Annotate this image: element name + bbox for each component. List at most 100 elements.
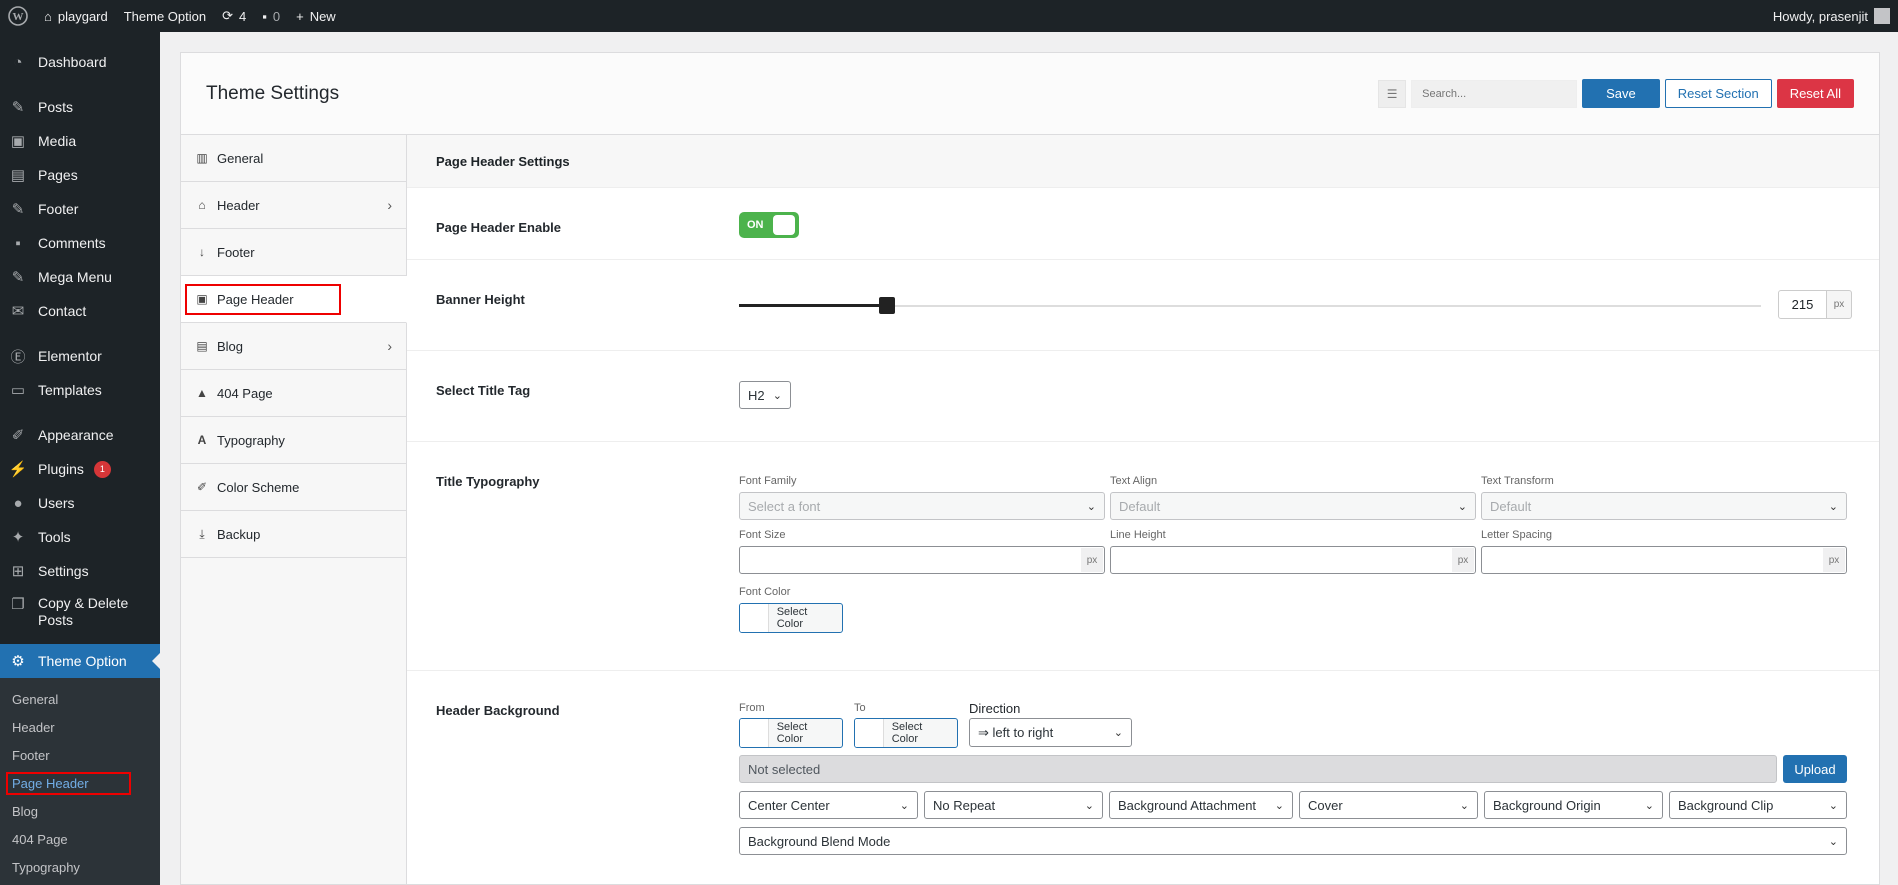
text-align-select[interactable]: Default ⌄ [1110,492,1476,520]
submenu-page-header[interactable]: Page Header [0,769,160,797]
menu-item-plugins[interactable]: ⚡ Plugins 1 [0,452,160,486]
search-input[interactable] [1411,79,1578,108]
gear-icon: ⚙ [11,653,25,670]
menu-item-tools[interactable]: ✦ Tools [0,520,160,554]
theme-option-submenu: General Header Footer Page Header Blog 4… [0,678,160,885]
menu-item-templates[interactable]: ▭ Templates [0,373,160,407]
tab-color-scheme[interactable]: ✐ Color Scheme [181,464,406,511]
gradient-to-color-button[interactable]: Select Color [854,718,958,748]
background-position-select[interactable]: Center Center ⌄ [739,791,918,819]
tab-blog[interactable]: ▤ Blog › [181,323,406,370]
chevron-down-icon: ⌄ [1828,799,1838,812]
line-height-input[interactable]: px [1110,546,1476,574]
menu-item-appearance[interactable]: ✐ Appearance [0,418,160,452]
submenu-header[interactable]: Header [0,713,160,741]
menu-item-media[interactable]: ▣ Media [0,124,160,158]
toggle-state: ON [747,219,764,231]
new-content-link[interactable]: + New [288,0,344,32]
updates-link[interactable]: ⟳ 4 [214,0,254,32]
site-name: playgard [57,8,108,24]
site-name-link[interactable]: ⌂ playgard [36,0,116,32]
banner-height-slider[interactable] [739,297,1761,314]
background-clip-select[interactable]: Background Clip ⌄ [1669,791,1847,819]
font-icon: A [197,433,207,447]
pin-icon: ✎ [11,269,25,286]
menu-item-contact[interactable]: ✉ Contact [0,294,160,328]
tab-footer[interactable]: ↓ Footer [181,229,406,276]
background-image-input[interactable]: Not selected [739,755,1777,783]
upload-value: Not selected [748,761,821,777]
warning-icon: ▲ [196,386,208,400]
arrow-down-icon: ↓ [199,245,205,259]
select-value: Background Clip [1678,797,1774,813]
font-family-select[interactable]: Select a font ⌄ [739,492,1105,520]
banner-height-input[interactable]: 215 [1778,290,1827,319]
menu-item-copy-delete-posts[interactable]: ❐ Copy & Delete Posts [0,588,160,634]
chevron-right-icon: › [387,197,392,213]
tab-header[interactable]: ⌂ Header › [181,182,406,229]
comment-icon: ▪ [15,234,21,252]
menu-item-settings[interactable]: ⊞ Settings [0,554,160,588]
tab-label: Backup [217,526,261,542]
background-blend-mode-select[interactable]: Background Blend Mode ⌄ [739,827,1847,855]
background-attachment-select[interactable]: Background Attachment ⌄ [1109,791,1293,819]
background-origin-select[interactable]: Background Origin ⌄ [1484,791,1663,819]
letter-spacing-input[interactable]: px [1481,546,1847,574]
menu-item-posts[interactable]: ✎ Posts [0,90,160,124]
tab-404-page[interactable]: ▲ 404 Page [181,370,406,417]
page-title: Theme Settings [206,82,340,104]
comments-link[interactable]: ▪ 0 [254,0,288,32]
menu-item-dashboard[interactable]: ◔ Dashboard [0,45,160,79]
select-value: Background Origin [1493,797,1601,813]
menu-label: Posts [38,99,74,115]
tab-typography[interactable]: A Typography [181,417,406,464]
brush-icon: ✐ [196,480,208,494]
wordpress-logo-icon[interactable]: W [0,0,36,32]
menu-item-users[interactable]: ● Users [0,486,160,520]
select-color-label: Select Color [776,721,808,745]
submenu-footer[interactable]: Footer [0,741,160,769]
select-value: Background Attachment [1118,797,1257,813]
font-color-button[interactable]: Select Color [739,603,843,633]
admin-menu: ◔ Dashboard ✎ Posts ▣ Media ▤ Pages ✎ Footer … [0,32,160,885]
menu-item-footer[interactable]: ✎ Footer [0,192,160,226]
menu-label: Plugins [38,461,84,477]
submenu-blog[interactable]: Blog [0,797,160,825]
menu-label: Dashboard [38,54,107,70]
menu-item-mega-menu[interactable]: ✎ Mega Menu [0,260,160,294]
expand-options-button[interactable]: ☰ [1378,79,1407,108]
settings-tabs: ▥ General ⌂ Header › ↓ Footer ▣ Page Header ▤… [181,135,407,884]
submenu-typography[interactable]: Typography [0,853,160,881]
upload-button[interactable]: Upload [1783,755,1847,783]
tab-backup[interactable]: ⤓ Backup [181,511,406,558]
page-header-enable-toggle[interactable]: ON [739,212,799,238]
submenu-404-page[interactable]: 404 Page [0,825,160,853]
reset-section-button[interactable]: Reset Section [1664,79,1772,108]
plugins-update-badge: 1 [93,460,111,478]
menu-item-pages[interactable]: ▤ Pages [0,158,160,192]
reset-all-button[interactable]: Reset All [1776,79,1854,108]
tab-page-header[interactable]: ▣ Page Header [181,276,407,323]
submenu-general[interactable]: General [0,685,160,713]
letter-spacing-label: Letter Spacing [1481,529,1552,541]
gradient-direction-select[interactable]: ⇒ left to right ⌄ [969,718,1132,747]
gradient-from-color-button[interactable]: Select Color [739,718,843,748]
font-size-input[interactable]: px [739,546,1105,574]
text-transform-select[interactable]: Default ⌄ [1481,492,1847,520]
menu-item-comments[interactable]: ▪ Comments [0,226,160,260]
field-header-background: Header Background From Select Color To S… [407,671,1879,884]
tab-label: Typography [217,432,285,448]
slider-handle[interactable] [879,297,895,314]
menu-item-theme-option[interactable]: ⚙ Theme Option [0,644,160,678]
save-button[interactable]: Save [1582,79,1660,108]
menu-label: Pages [38,167,78,183]
menu-item-elementor[interactable]: Ⓔ Elementor [0,339,160,373]
theme-option-link[interactable]: Theme Option [116,0,214,32]
comments-count: 0 [272,8,281,24]
submenu-page-header-label: Page Header [6,771,131,795]
title-tag-select[interactable]: H2 ⌄ [739,381,791,409]
tab-general[interactable]: ▥ General [181,135,406,182]
background-size-select[interactable]: Cover ⌄ [1299,791,1478,819]
background-repeat-select[interactable]: No Repeat ⌄ [924,791,1103,819]
account-menu[interactable]: Howdy, prasenjit [1773,8,1898,24]
